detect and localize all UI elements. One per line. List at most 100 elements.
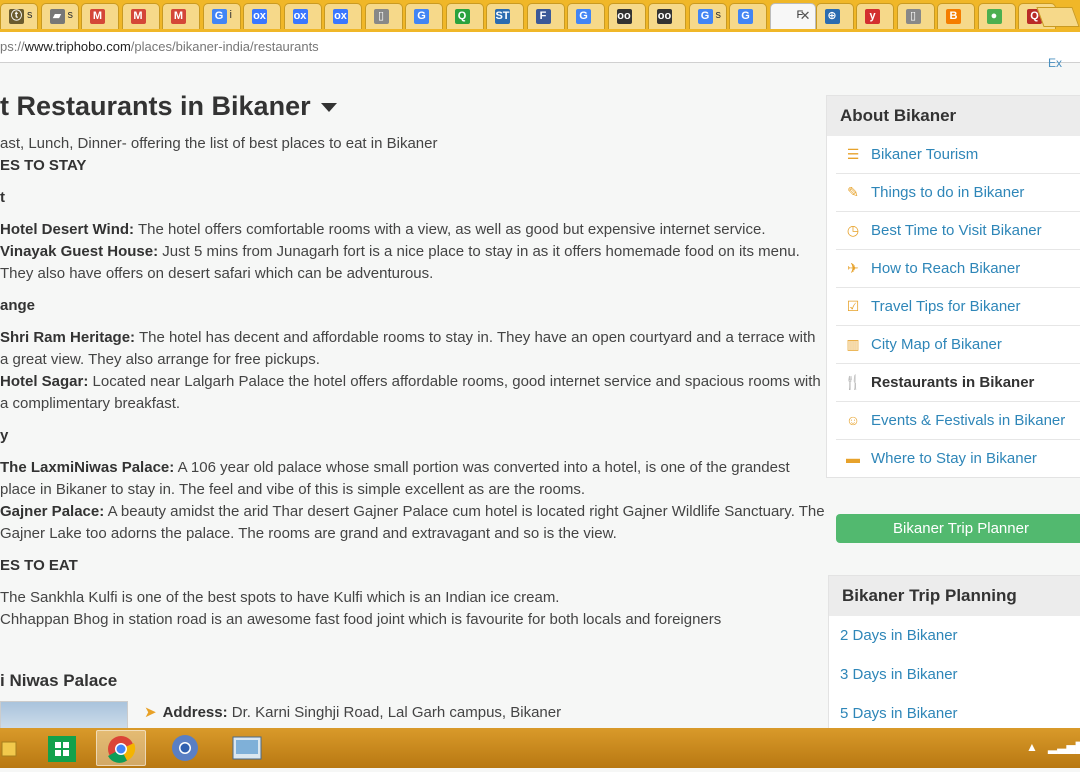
sidebar-item-label: Bikaner Tourism: [871, 146, 979, 163]
item-name: Hotel Sagar:: [0, 373, 89, 390]
browser-tab[interactable]: ox: [324, 3, 362, 29]
item-text: Just 5 mins from Junagarh fort is a nice…: [158, 243, 800, 260]
browser-tab[interactable]: B: [937, 3, 975, 29]
new-tab-button[interactable]: [1036, 7, 1080, 27]
item-text: Located near Lalgarh Palace the hotel of…: [88, 373, 821, 390]
browser-tab[interactable]: M: [121, 3, 160, 29]
browser-tab-active[interactable]: F ✕: [769, 3, 816, 29]
url-host: www.triphobo.com: [24, 39, 131, 54]
item-name: Shri Ram Heritage:: [0, 329, 136, 346]
list-item: Hotel Sagar: Located near Lalgarh Palace…: [0, 371, 821, 393]
google-icon: G: [738, 9, 753, 24]
olx-icon: ox: [292, 9, 308, 24]
list-item: Gajner Palace: A beauty amidst the arid …: [0, 501, 825, 523]
list-item: Vinayak Guest House: Just 5 mins from Ju…: [0, 241, 800, 263]
list-item-continuation: place in Bikaner to stay in. The feel an…: [0, 481, 586, 498]
sidebar-item-label: Where to Stay in Bikaner: [871, 450, 1037, 467]
browser-tab[interactable]: G: [729, 3, 767, 29]
list-item-continuation: a complimentary breakfast.: [0, 395, 181, 412]
sidebar-item-city-map[interactable]: ▥ City Map of Bikaner: [836, 326, 1080, 364]
browser-tab[interactable]: ▰ s: [40, 3, 79, 29]
olx-icon: ox: [252, 9, 267, 24]
google-icon: G: [211, 9, 227, 24]
browser-tab[interactable]: M: [162, 3, 200, 29]
tripadvisor-icon: oo: [657, 9, 672, 24]
sidebar-item-label: Best Time to Visit Bikaner: [871, 222, 1042, 239]
page-icon: [779, 9, 794, 24]
bookmark-icon: ▰: [49, 9, 65, 24]
browser-tab[interactable]: ▯: [364, 3, 403, 29]
system-tray[interactable]: ▲ ▂▃▅▇: [1026, 740, 1080, 754]
sidebar-item-things-to-do[interactable]: ✎ Things to do in Bikaner: [836, 174, 1080, 212]
sidebar-item-where-to-stay[interactable]: ▬ Where to Stay in Bikaner: [836, 440, 1080, 477]
url-path: /places/bikaner-india/restaurants: [130, 39, 319, 54]
browser-tab[interactable]: ST: [486, 3, 524, 29]
browser-tab[interactable]: ox: [283, 3, 322, 29]
browser-tab[interactable]: Gi: [202, 3, 241, 29]
extension-fragment[interactable]: Ex: [1048, 56, 1062, 70]
sidebar-item-label: City Map of Bikaner: [871, 336, 1002, 353]
browser-tab[interactable]: Gs: [688, 3, 727, 29]
browser-tab[interactable]: M: [81, 3, 119, 29]
sidebar-item-travel-tips[interactable]: ☑ Travel Tips for Bikaner: [836, 288, 1080, 326]
plan-link-2-days[interactable]: 2 Days in Bikaner: [829, 616, 1080, 655]
item-name: The LaxmiNiwas Palace:: [0, 459, 175, 476]
checkbox-icon: ☑: [846, 298, 860, 314]
item-text: A 106 year old palace whose small portio…: [174, 459, 790, 476]
browser-tab[interactable]: oo: [607, 3, 646, 29]
plan-link-3-days[interactable]: 3 Days in Bikaner: [829, 655, 1080, 694]
st-icon: ST: [495, 9, 510, 24]
browser-tab-strip: ⓣ s ▰ s M M M Gi ox ox ox ▯ G Q ST F Goo oo Gs G F ✕ ⊕ y ▯ B ● Q: [0, 0, 1080, 32]
sidebar-item-label: Things to do in Bikaner: [871, 184, 1025, 201]
smile-icon: ☺: [845, 412, 861, 428]
list-item: Shri Ram Heritage: The hotel has decent …: [0, 327, 815, 349]
address-bar[interactable]: ps://www.triphobo.com/places/bikaner-ind…: [0, 32, 1080, 63]
list-item: Hotel Desert Wind: The hotel offers comf…: [0, 219, 765, 241]
sidebar-item-best-time[interactable]: ◷ Best Time to Visit Bikaner: [836, 212, 1080, 250]
page-title[interactable]: t Restaurants in Bikaner: [0, 91, 337, 122]
url-text[interactable]: ps://www.triphobo.com/places/bikaner-ind…: [0, 39, 319, 54]
file-explorer-icon[interactable]: [0, 730, 20, 766]
browser-tab[interactable]: G: [567, 3, 605, 29]
browser-tab[interactable]: y: [856, 3, 894, 29]
browser-tab[interactable]: G: [405, 3, 443, 29]
item-name: Gajner Palace:: [0, 503, 105, 520]
location-arrow-icon: ➤: [144, 704, 157, 721]
sidebar-item-label: Restaurants in Bikaner: [871, 374, 1035, 391]
browser-tab[interactable]: ●: [977, 3, 1016, 29]
browser-tab[interactable]: ⊕: [815, 3, 854, 29]
sidebar-item-events[interactable]: ☺ Events & Festivals in Bikaner: [836, 402, 1080, 440]
main-content: t Restaurants in Bikaner ast, Lunch, Din…: [0, 63, 826, 728]
tab-label: i: [229, 9, 232, 21]
cutlery-icon: 🍴: [844, 374, 862, 390]
sidebar: About Bikaner ☰ Bikaner Tourism ✎ Things to…: [826, 95, 1080, 478]
browser-tab[interactable]: Q: [445, 3, 484, 29]
globe-icon: ●: [986, 9, 1002, 24]
place-title[interactable]: i Niwas Palace: [0, 671, 117, 691]
store-icon[interactable]: [38, 730, 88, 766]
sidebar-item-label: Events & Festivals in Bikaner: [871, 412, 1066, 429]
tab-label: s: [67, 9, 74, 21]
sidebar-item-how-to-reach[interactable]: ✈ How to Reach Bikaner: [836, 250, 1080, 288]
browser-tab[interactable]: F: [526, 3, 565, 29]
place-thumbnail[interactable]: [0, 701, 128, 728]
tab-label: s: [27, 9, 33, 21]
trip-planner-button[interactable]: Bikaner Trip Planner: [836, 514, 1080, 543]
browser-tab[interactable]: ox: [243, 3, 281, 29]
caret-down-icon[interactable]: [320, 103, 337, 113]
tab-label: s: [715, 9, 722, 21]
chrome-icon[interactable]: [160, 730, 210, 766]
browser-tab[interactable]: ▯: [896, 3, 935, 29]
map-icon: ▥: [846, 336, 860, 352]
google-icon: G: [414, 9, 429, 24]
chrome-icon[interactable]: [96, 730, 146, 766]
page-subtitle: ast, Lunch, Dinner- offering the list of…: [0, 135, 438, 152]
google-icon: G: [697, 9, 713, 24]
browser-tab[interactable]: ⓣ s: [0, 3, 38, 29]
browser-tab[interactable]: oo: [648, 3, 686, 29]
close-tab-icon[interactable]: ✕: [800, 8, 811, 24]
sidebar-item-restaurants[interactable]: 🍴 Restaurants in Bikaner: [836, 364, 1080, 402]
photos-icon[interactable]: [222, 730, 272, 766]
about-panel: About Bikaner ☰ Bikaner Tourism ✎ Things to…: [826, 95, 1080, 478]
sidebar-item-tourism[interactable]: ☰ Bikaner Tourism: [836, 136, 1080, 174]
